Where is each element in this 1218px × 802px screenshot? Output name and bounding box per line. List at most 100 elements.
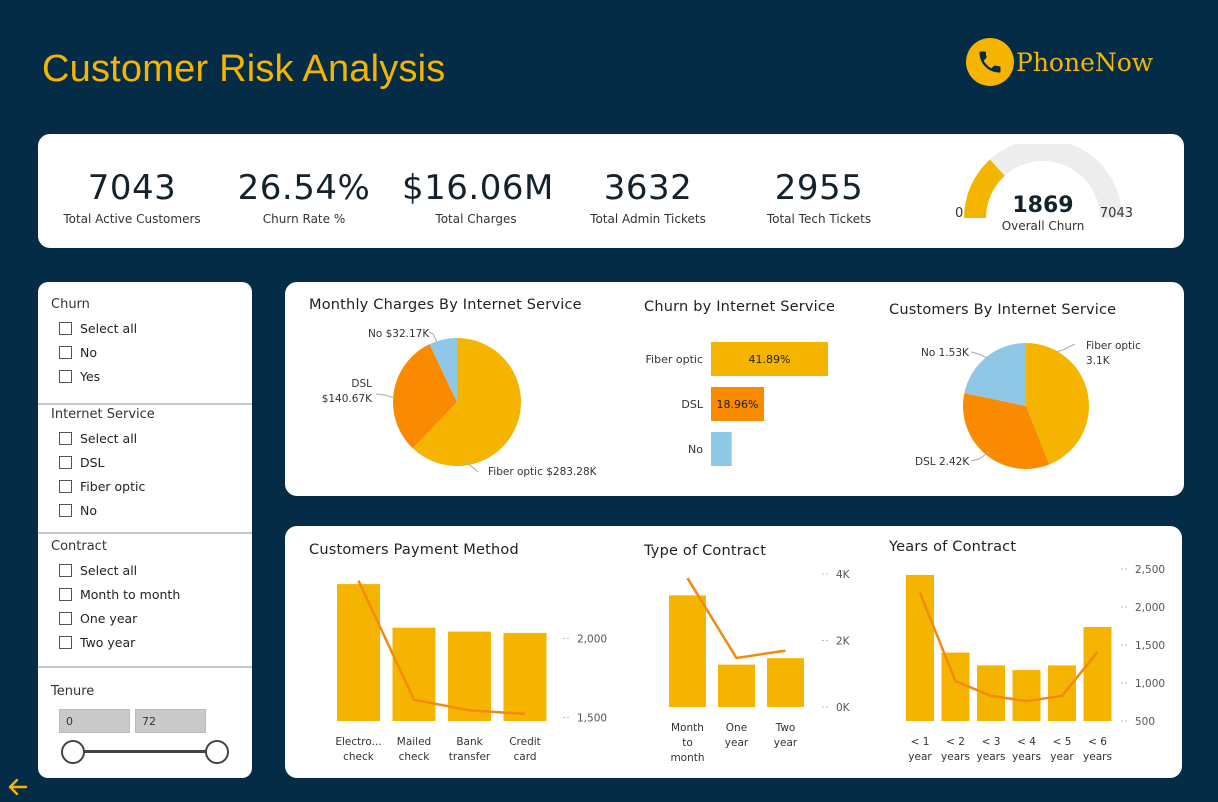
x-tick-label: year: [725, 737, 749, 749]
churn-by-internet-bars: Fiber optic 41.89% DSL 18.96% No: [646, 342, 828, 466]
kpi-value: 3632: [603, 168, 693, 208]
checkbox[interactable]: [59, 322, 72, 335]
tenure-slider-min-handle[interactable]: [61, 740, 85, 764]
x-tick-label: check: [399, 751, 431, 763]
tenure-max-input[interactable]: 72: [135, 709, 206, 733]
x-tick-label: One: [726, 722, 747, 734]
kpi-total-tech-tickets: 2955 Total Tech Tickets: [750, 168, 888, 226]
checkbox[interactable]: [59, 432, 72, 445]
bar-2[interactable]: [977, 665, 1005, 721]
bar-5[interactable]: [1083, 627, 1112, 721]
pie2-label-fiber-value: 3.1K: [1086, 355, 1111, 367]
checkbox[interactable]: [59, 564, 72, 577]
bar-4[interactable]: [1048, 665, 1076, 721]
kpi-label: Total Tech Tickets: [766, 212, 872, 226]
bar-3[interactable]: [1012, 670, 1041, 721]
x-tick-label: < 5: [1053, 736, 1072, 748]
filter-contract-select-all[interactable]: Select all: [59, 563, 137, 578]
tenure-slider-track[interactable]: [73, 750, 218, 753]
filter-churn-no[interactable]: No: [59, 345, 97, 360]
checkbox[interactable]: [59, 612, 72, 625]
checkbox[interactable]: [59, 480, 72, 493]
filter-title-churn: Churn: [51, 297, 90, 312]
x-tick-label: Bank: [456, 736, 483, 748]
kpi-value: 26.54%: [237, 168, 371, 208]
kpi-card: 7043 Total Active Customers 26.54% Churn…: [38, 134, 1184, 248]
kpi-label: Total Charges: [435, 212, 517, 226]
internet-service-panel: Monthly Charges By Internet Service Chur…: [285, 282, 1184, 496]
y-tick-label: 4K: [836, 569, 851, 581]
x-tick-label: year: [908, 751, 932, 763]
filter-title-internet-service: Internet Service: [51, 407, 155, 422]
kpi-value: $16.06M: [402, 168, 554, 208]
x-tick-label: < 4: [1017, 736, 1036, 748]
payment-method-chart: Electro... check Mailed check Bank transfer Cr…: [335, 580, 607, 763]
pie1-label-no: No $32.17K: [368, 328, 430, 340]
churn-data-label: 41.89%: [749, 353, 791, 366]
filter-contract-two-year[interactable]: Two year: [59, 635, 135, 650]
kpi-value: 7043: [87, 168, 177, 208]
x-tick-label: < 1: [911, 736, 930, 748]
bar-0[interactable]: [337, 584, 380, 721]
contract-payment-panel: Customers Payment Method Type of Contrac…: [285, 526, 1182, 778]
kpi-total-admin-tickets: 3632 Total Admin Tickets: [578, 168, 718, 226]
kpi-churn-rate: 26.54% Churn Rate %: [234, 168, 374, 226]
bar-3[interactable]: [503, 632, 547, 721]
line-series[interactable]: [357, 580, 526, 716]
churn-bar-2[interactable]: [711, 432, 732, 466]
filter-internet-fiber-optic[interactable]: Fiber optic: [59, 479, 145, 494]
filter-churn-select-all[interactable]: Select all: [59, 321, 137, 336]
checkbox[interactable]: [59, 636, 72, 649]
gauge-value: 1869: [1012, 193, 1073, 218]
filter-contract-month-to-month[interactable]: Month to month: [59, 587, 180, 602]
tenure-slider-max-handle[interactable]: [205, 740, 229, 764]
years-of-contract-chart: < 1 year < 2 years < 3 years < 4 years < 5 year < …: [906, 564, 1165, 763]
checkbox[interactable]: [59, 456, 72, 469]
filter-contract-one-year[interactable]: One year: [59, 611, 137, 626]
filter-internet-no[interactable]: No: [59, 503, 97, 518]
bar-1[interactable]: [392, 627, 436, 721]
checkbox[interactable]: [59, 370, 72, 383]
tenure-min-input[interactable]: 0: [59, 709, 130, 733]
x-tick-label: Month: [671, 722, 704, 734]
back-arrow-icon[interactable]: [6, 776, 30, 798]
bar-1[interactable]: [941, 652, 970, 721]
option-label: Fiber optic: [80, 479, 146, 494]
x-tick-label: year: [1050, 751, 1074, 763]
pie2-label-fiber: Fiber optic: [1086, 340, 1141, 352]
x-tick-label: year: [774, 737, 798, 749]
option-label: One year: [80, 611, 138, 626]
filter-churn-yes[interactable]: Yes: [59, 369, 100, 384]
divider: [38, 666, 252, 668]
churn-category-label: No: [688, 443, 703, 456]
checkbox[interactable]: [59, 588, 72, 601]
x-tick-label: < 6: [1088, 736, 1107, 748]
customers-by-internet-pie: [963, 343, 1089, 469]
option-label: No: [80, 503, 97, 518]
bar-2[interactable]: [767, 658, 804, 707]
option-label: Month to month: [80, 587, 181, 602]
checkbox[interactable]: [59, 346, 72, 359]
gauge-label: Overall Churn: [1002, 219, 1085, 233]
pie1-label-dsl: DSL: [351, 378, 372, 390]
gauge-fill: [964, 159, 1006, 219]
option-label: No: [80, 345, 97, 360]
phone-icon: [966, 38, 1014, 86]
filter-internet-dsl[interactable]: DSL: [59, 455, 105, 470]
x-tick-label: years: [977, 751, 1006, 763]
kpi-total-active-customers: 7043 Total Active Customers: [60, 168, 204, 226]
churn-category-label: DSL: [681, 398, 703, 411]
combo-charts: Electro... check Mailed check Bank transfer Cr…: [335, 564, 1165, 764]
kpi-label: Total Active Customers: [63, 212, 201, 226]
bar-1[interactable]: [718, 664, 755, 707]
page-title: Customer Risk Analysis: [42, 48, 446, 90]
bar-0[interactable]: [669, 595, 706, 707]
bar-0[interactable]: [906, 574, 934, 721]
option-label: Yes: [80, 369, 101, 384]
checkbox[interactable]: [59, 504, 72, 517]
filter-internet-select-all[interactable]: Select all: [59, 431, 137, 446]
brand-logo: PhoneNow: [966, 38, 1153, 86]
monthly-charges-pie: [393, 338, 522, 466]
x-tick-label: Two: [775, 722, 796, 734]
type-of-contract-chart: Month to month One year Two year 0K 2K 4K: [669, 569, 851, 764]
